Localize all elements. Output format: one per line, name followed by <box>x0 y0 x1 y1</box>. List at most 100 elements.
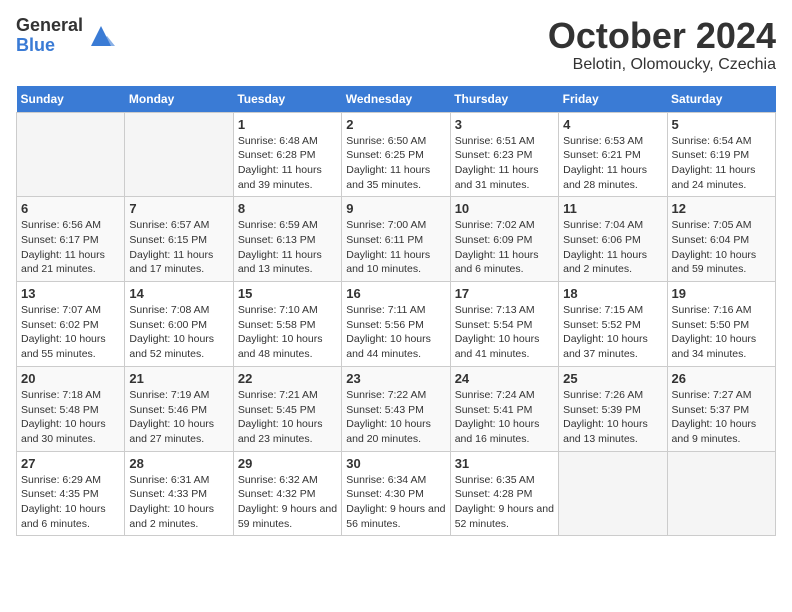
logo-general: General <box>16 16 83 36</box>
day-number: 29 <box>238 456 337 471</box>
day-number: 30 <box>346 456 445 471</box>
day-info: Sunrise: 7:26 AMSunset: 5:39 PMDaylight:… <box>563 388 662 447</box>
day-number: 22 <box>238 371 337 386</box>
calendar-week-0: 1 Sunrise: 6:48 AMSunset: 6:28 PMDaylight… <box>17 112 776 197</box>
day-header-tuesday: Tuesday <box>233 86 341 113</box>
logo-text: General Blue <box>16 16 83 56</box>
day-number: 24 <box>455 371 554 386</box>
day-info: Sunrise: 6:57 AMSunset: 6:15 PMDaylight:… <box>129 218 228 277</box>
day-number: 8 <box>238 201 337 216</box>
calendar-cell <box>125 112 233 197</box>
calendar-week-3: 20Sunrise: 7:18 AMSunset: 5:48 PMDayligh… <box>17 366 776 451</box>
day-number: 6 <box>21 201 120 216</box>
day-info: Sunrise: 6:51 AMSunset: 6:23 PMDaylight:… <box>455 134 554 193</box>
calendar-cell: 27Sunrise: 6:29 AMSunset: 4:35 PMDayligh… <box>17 451 125 536</box>
day-info: Sunrise: 7:16 AMSunset: 5:50 PMDaylight:… <box>672 303 771 362</box>
calendar-cell: 25 Sunrise: 7:26 AMSunset: 5:39 PMDayligh… <box>559 366 667 451</box>
day-info: Sunrise: 7:05 AMSunset: 6:04 PMDaylight:… <box>672 218 771 277</box>
calendar-cell: 17 Sunrise: 7:13 AMSunset: 5:54 PMDayligh… <box>450 282 558 367</box>
calendar-cell: 24Sunrise: 7:24 AMSunset: 5:41 PMDayligh… <box>450 366 558 451</box>
day-info: Sunrise: 6:59 AMSunset: 6:13 PMDaylight:… <box>238 218 337 277</box>
calendar-cell: 20Sunrise: 7:18 AMSunset: 5:48 PMDayligh… <box>17 366 125 451</box>
day-number: 16 <box>346 286 445 301</box>
day-number: 4 <box>563 117 662 132</box>
day-info: Sunrise: 7:13 AMSunset: 5:54 PMDaylight:… <box>455 303 554 362</box>
day-number: 17 <box>455 286 554 301</box>
day-info: Sunrise: 7:15 AMSunset: 5:52 PMDaylight:… <box>563 303 662 362</box>
day-info: Sunrise: 6:48 AMSunset: 6:28 PMDaylight:… <box>238 134 337 193</box>
calendar-cell: 30 Sunrise: 6:34 AMSunset: 4:30 PMDayligh… <box>342 451 450 536</box>
calendar-cell: 7 Sunrise: 6:57 AMSunset: 6:15 PMDaylight… <box>125 197 233 282</box>
calendar-cell: 10 Sunrise: 7:02 AMSunset: 6:09 PMDayligh… <box>450 197 558 282</box>
day-number: 25 <box>563 371 662 386</box>
day-number: 23 <box>346 371 445 386</box>
title-section: October 2024 Belotin, Olomoucky, Czechia <box>548 16 776 74</box>
day-number: 14 <box>129 286 228 301</box>
calendar-table: SundayMondayTuesdayWednesdayThursdayFrid… <box>16 86 776 537</box>
month-title: October 2024 <box>548 16 776 56</box>
day-info: Sunrise: 6:56 AMSunset: 6:17 PMDaylight:… <box>21 218 120 277</box>
calendar-cell: 28 Sunrise: 6:31 AMSunset: 4:33 PMDayligh… <box>125 451 233 536</box>
day-number: 19 <box>672 286 771 301</box>
day-number: 13 <box>21 286 120 301</box>
calendar-cell: 19 Sunrise: 7:16 AMSunset: 5:50 PMDayligh… <box>667 282 775 367</box>
calendar-cell: 1 Sunrise: 6:48 AMSunset: 6:28 PMDaylight… <box>233 112 341 197</box>
calendar-cell: 29Sunrise: 6:32 AMSunset: 4:32 PMDayligh… <box>233 451 341 536</box>
calendar-cell: 11Sunrise: 7:04 AMSunset: 6:06 PMDayligh… <box>559 197 667 282</box>
day-number: 27 <box>21 456 120 471</box>
day-number: 1 <box>238 117 337 132</box>
day-header-sunday: Sunday <box>17 86 125 113</box>
day-number: 11 <box>563 201 662 216</box>
location: Belotin, Olomoucky, Czechia <box>548 56 776 74</box>
day-header-wednesday: Wednesday <box>342 86 450 113</box>
day-number: 26 <box>672 371 771 386</box>
calendar-cell: 13 Sunrise: 7:07 AMSunset: 6:02 PMDayligh… <box>17 282 125 367</box>
day-header-friday: Friday <box>559 86 667 113</box>
day-number: 21 <box>129 371 228 386</box>
day-number: 10 <box>455 201 554 216</box>
day-info: Sunrise: 7:21 AMSunset: 5:45 PMDaylight:… <box>238 388 337 447</box>
day-number: 18 <box>563 286 662 301</box>
calendar-cell: 26 Sunrise: 7:27 AMSunset: 5:37 PMDayligh… <box>667 366 775 451</box>
day-info: Sunrise: 7:19 AMSunset: 5:46 PMDaylight:… <box>129 388 228 447</box>
day-number: 28 <box>129 456 228 471</box>
day-info: Sunrise: 7:08 AMSunset: 6:00 PMDaylight:… <box>129 303 228 362</box>
day-info: Sunrise: 6:31 AMSunset: 4:33 PMDaylight:… <box>129 473 228 532</box>
calendar-cell <box>17 112 125 197</box>
day-info: Sunrise: 7:11 AMSunset: 5:56 PMDaylight:… <box>346 303 445 362</box>
calendar-cell: 6 Sunrise: 6:56 AMSunset: 6:17 PMDaylight… <box>17 197 125 282</box>
day-info: Sunrise: 6:53 AMSunset: 6:21 PMDaylight:… <box>563 134 662 193</box>
calendar-week-4: 27Sunrise: 6:29 AMSunset: 4:35 PMDayligh… <box>17 451 776 536</box>
day-info: Sunrise: 6:34 AMSunset: 4:30 PMDaylight:… <box>346 473 445 532</box>
calendar-week-2: 13 Sunrise: 7:07 AMSunset: 6:02 PMDayligh… <box>17 282 776 367</box>
calendar-cell: 15Sunrise: 7:10 AMSunset: 5:58 PMDayligh… <box>233 282 341 367</box>
day-info: Sunrise: 7:10 AMSunset: 5:58 PMDaylight:… <box>238 303 337 362</box>
day-info: Sunrise: 7:22 AMSunset: 5:43 PMDaylight:… <box>346 388 445 447</box>
day-number: 7 <box>129 201 228 216</box>
calendar-cell: 22 Sunrise: 7:21 AMSunset: 5:45 PMDayligh… <box>233 366 341 451</box>
calendar-cell: 3 Sunrise: 6:51 AMSunset: 6:23 PMDaylight… <box>450 112 558 197</box>
calendar-cell <box>667 451 775 536</box>
day-info: Sunrise: 7:07 AMSunset: 6:02 PMDaylight:… <box>21 303 120 362</box>
day-info: Sunrise: 6:35 AMSunset: 4:28 PMDaylight:… <box>455 473 554 532</box>
header-row: SundayMondayTuesdayWednesdayThursdayFrid… <box>17 86 776 113</box>
day-number: 5 <box>672 117 771 132</box>
day-info: Sunrise: 7:02 AMSunset: 6:09 PMDaylight:… <box>455 218 554 277</box>
calendar-cell: 23 Sunrise: 7:22 AMSunset: 5:43 PMDayligh… <box>342 366 450 451</box>
day-number: 31 <box>455 456 554 471</box>
logo-icon <box>87 22 115 50</box>
calendar-cell <box>559 451 667 536</box>
calendar-week-1: 6 Sunrise: 6:56 AMSunset: 6:17 PMDaylight… <box>17 197 776 282</box>
page-header: General Blue October 2024 Belotin, Olomo… <box>16 16 776 74</box>
calendar-cell: 21 Sunrise: 7:19 AMSunset: 5:46 PMDayligh… <box>125 366 233 451</box>
day-number: 12 <box>672 201 771 216</box>
day-header-thursday: Thursday <box>450 86 558 113</box>
calendar-cell: 31 Sunrise: 6:35 AMSunset: 4:28 PMDayligh… <box>450 451 558 536</box>
calendar-cell: 12 Sunrise: 7:05 AMSunset: 6:04 PMDayligh… <box>667 197 775 282</box>
calendar-cell: 9Sunrise: 7:00 AMSunset: 6:11 PMDaylight… <box>342 197 450 282</box>
day-info: Sunrise: 7:27 AMSunset: 5:37 PMDaylight:… <box>672 388 771 447</box>
calendar-cell: 18 Sunrise: 7:15 AMSunset: 5:52 PMDayligh… <box>559 282 667 367</box>
day-number: 9 <box>346 201 445 216</box>
day-number: 3 <box>455 117 554 132</box>
calendar-cell: 2Sunrise: 6:50 AMSunset: 6:25 PMDaylight… <box>342 112 450 197</box>
